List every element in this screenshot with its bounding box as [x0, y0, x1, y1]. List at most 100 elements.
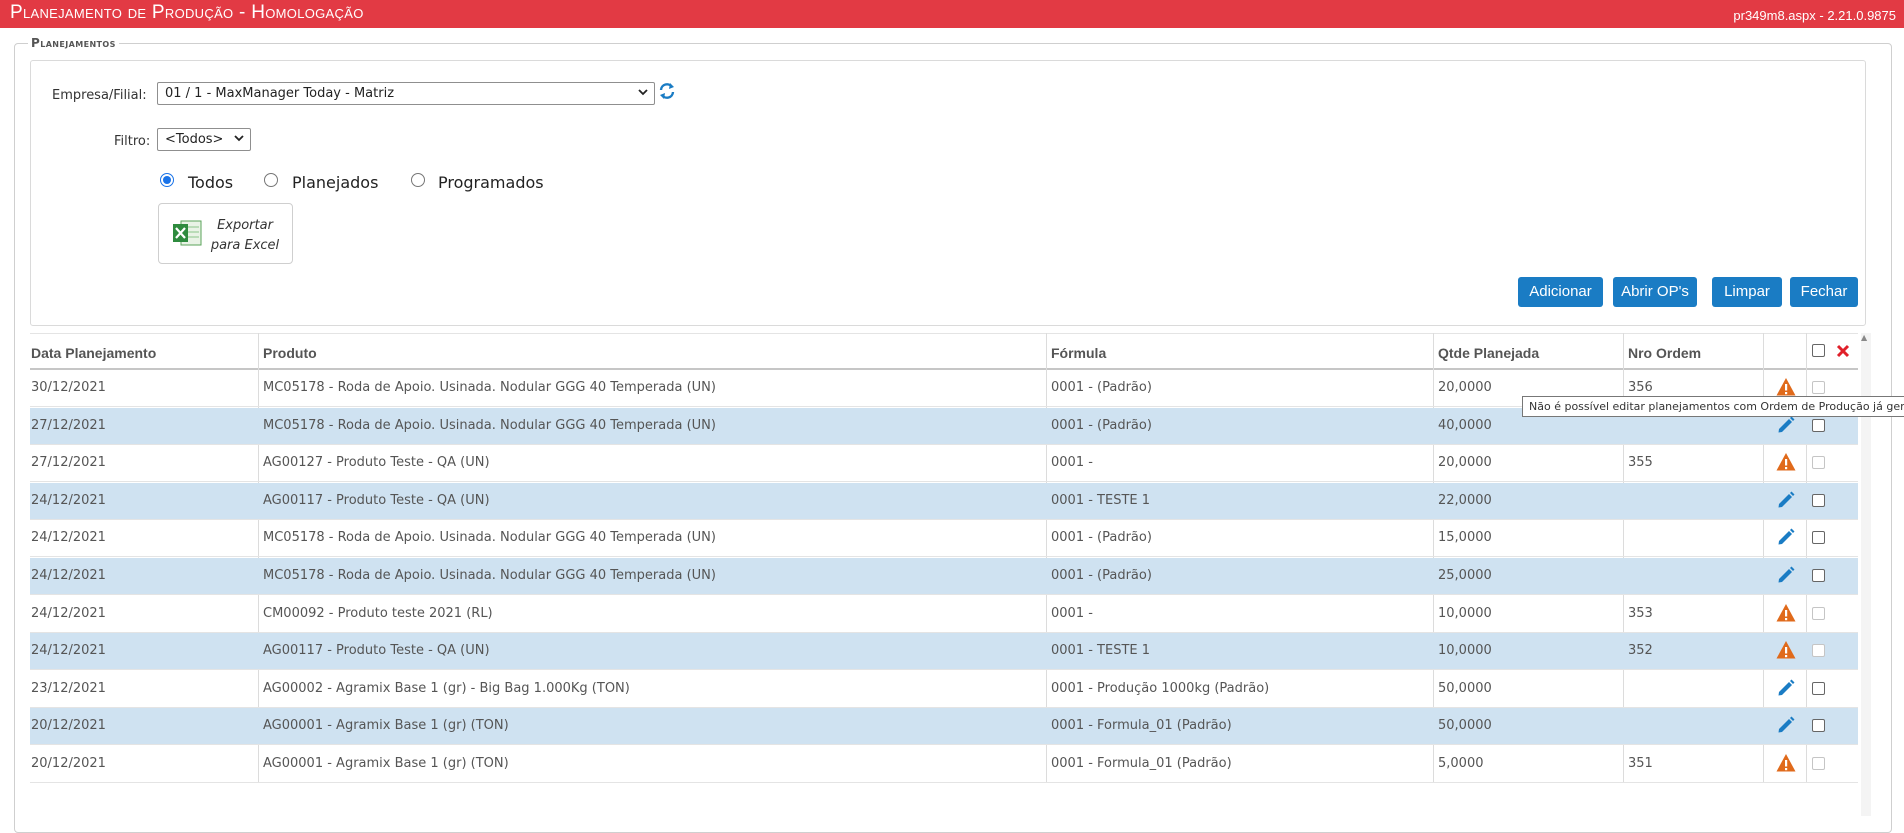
- cell-formula: 0001 - (Padrão): [1051, 380, 1152, 395]
- cell-formula: 0001 - Formula_01 (Padrão): [1051, 756, 1232, 771]
- radio-planejados[interactable]: [264, 173, 278, 187]
- table-row[interactable]: 27/12/2021 AG00127 - Produto Teste - QA (…: [30, 445, 1858, 483]
- edit-icon[interactable]: [1776, 527, 1796, 549]
- cell-data: 20/12/2021: [31, 718, 106, 734]
- cell-qtde: 40,0000: [1438, 417, 1492, 433]
- warning-icon[interactable]: [1776, 452, 1796, 474]
- col-header-formula[interactable]: Fórmula: [1051, 345, 1106, 361]
- cell-produto: AG00127 - Produto Teste - QA (UN): [263, 455, 490, 471]
- section-legend: Planejamentos: [28, 36, 119, 50]
- row-checkbox[interactable]: [1812, 719, 1825, 733]
- col-header-qtde[interactable]: Qtde Planejada: [1438, 345, 1539, 361]
- cell-qtde: 15,0000: [1438, 530, 1492, 546]
- row-checkbox[interactable]: [1812, 681, 1825, 695]
- export-excel-button[interactable]: Exportar para Excel: [158, 203, 293, 264]
- warning-icon[interactable]: [1776, 753, 1796, 775]
- table-row[interactable]: 24/12/2021 AG00117 - Produto Teste - QA (…: [30, 633, 1858, 671]
- limpar-button[interactable]: Limpar: [1712, 277, 1782, 307]
- radio-planejados-label: Planejados: [292, 173, 379, 192]
- empresa-select[interactable]: 01 / 1 - MaxManager Today - Matriz: [157, 82, 655, 105]
- cell-ordem: 355: [1628, 455, 1653, 471]
- cell-formula: 0001 - (Padrão): [1051, 530, 1152, 546]
- cell-data: 20/12/2021: [31, 756, 106, 771]
- warning-icon[interactable]: [1776, 640, 1796, 662]
- fechar-button[interactable]: Fechar: [1790, 277, 1858, 307]
- select-all-checkbox[interactable]: [1812, 344, 1825, 357]
- radio-todos[interactable]: [160, 173, 174, 187]
- col-header-ordem[interactable]: Nro Ordem: [1628, 345, 1701, 361]
- cell-produto: MC05178 - Roda de Apoio. Usinada. Nodula…: [263, 530, 716, 546]
- edit-icon[interactable]: [1776, 565, 1796, 587]
- table-row[interactable]: 24/12/2021 CM00092 - Produto teste 2021 (…: [30, 596, 1858, 633]
- cell-ordem: 353: [1628, 605, 1653, 621]
- cell-qtde: 22,0000: [1438, 492, 1492, 508]
- table-row[interactable]: 24/12/2021 MC05178 - Roda de Apoio. Usina…: [30, 520, 1858, 558]
- filtro-select-value: <Todos>: [165, 132, 224, 147]
- cell-data: 24/12/2021: [31, 605, 106, 621]
- cell-produto: MC05178 - Roda de Apoio. Usinada. Nodula…: [263, 380, 716, 395]
- row-checkbox[interactable]: [1812, 418, 1825, 432]
- row-checkbox[interactable]: [1812, 493, 1825, 507]
- cell-ordem: 351: [1628, 756, 1653, 771]
- row-checkbox[interactable]: [1812, 644, 1825, 658]
- empresa-select-value: 01 / 1 - MaxManager Today - Matriz: [165, 86, 395, 101]
- col-header-data[interactable]: Data Planejamento: [31, 345, 156, 361]
- cell-qtde: 10,0000: [1438, 643, 1492, 659]
- cell-qtde: 25,0000: [1438, 568, 1492, 583]
- edit-icon[interactable]: [1776, 715, 1796, 737]
- cell-formula: 0001 -: [1051, 605, 1093, 621]
- table-row[interactable]: 20/12/2021 AG00001 - Agramix Base 1 (gr) …: [30, 708, 1858, 746]
- cell-qtde: 50,0000: [1438, 718, 1492, 734]
- row-checkbox[interactable]: [1812, 757, 1825, 770]
- page-title: Planejamento de Produção - Homologação: [10, 2, 364, 23]
- radio-programados[interactable]: [411, 173, 425, 187]
- row-checkbox[interactable]: [1812, 531, 1825, 545]
- cell-produto: AG00117 - Produto Teste - QA (UN): [263, 643, 490, 659]
- radio-programados-label: Programados: [438, 173, 544, 192]
- scroll-up-icon[interactable]: ▲: [1861, 333, 1867, 342]
- cell-formula: 0001 - Formula_01 (Padrão): [1051, 718, 1232, 734]
- cell-produto: MC05178 - Roda de Apoio. Usinada. Nodula…: [263, 417, 716, 433]
- cell-produto: AG00001 - Agramix Base 1 (gr) (TON): [263, 756, 509, 771]
- cell-produto: AG00002 - Agramix Base 1 (gr) - Big Bag …: [263, 680, 630, 696]
- table-row[interactable]: 23/12/2021 AG00002 - Agramix Base 1 (gr) …: [30, 671, 1858, 708]
- filtro-label: Filtro:: [114, 134, 151, 149]
- table-row[interactable]: 24/12/2021 AG00117 - Produto Teste - QA (…: [30, 482, 1858, 520]
- abrir-ops-button[interactable]: Abrir OP's: [1613, 277, 1697, 307]
- adicionar-button[interactable]: Adicionar: [1518, 277, 1603, 307]
- col-header-produto[interactable]: Produto: [263, 345, 317, 361]
- edit-icon[interactable]: [1776, 415, 1796, 437]
- filtro-select[interactable]: <Todos>: [157, 128, 251, 151]
- cell-ordem: 356: [1628, 380, 1653, 395]
- cell-data: 24/12/2021: [31, 568, 106, 583]
- row-checkbox[interactable]: [1812, 456, 1825, 470]
- cell-produto: AG00001 - Agramix Base 1 (gr) (TON): [263, 718, 509, 734]
- cell-ordem: 352: [1628, 643, 1653, 659]
- chevron-down-icon: [233, 131, 245, 148]
- cell-formula: 0001 -: [1051, 455, 1093, 471]
- cell-data: 24/12/2021: [31, 492, 106, 508]
- cell-data: 27/12/2021: [31, 417, 106, 433]
- empresa-label: Empresa/Filial:: [52, 88, 147, 103]
- cell-data: 30/12/2021: [31, 380, 106, 395]
- table-row[interactable]: 20/12/2021 AG00001 - Agramix Base 1 (gr) …: [30, 746, 1858, 783]
- warning-icon[interactable]: [1776, 603, 1796, 625]
- row-checkbox[interactable]: [1812, 569, 1825, 582]
- table-row[interactable]: 24/12/2021 MC05178 - Roda de Apoio. Usina…: [30, 558, 1858, 595]
- delete-icon[interactable]: [1835, 343, 1851, 363]
- cell-produto: AG00117 - Produto Teste - QA (UN): [263, 492, 490, 508]
- refresh-icon[interactable]: [657, 80, 677, 102]
- edit-icon[interactable]: [1776, 678, 1796, 700]
- edit-icon[interactable]: [1776, 490, 1796, 512]
- cell-formula: 0001 - TESTE 1: [1051, 492, 1151, 508]
- tooltip: Não é possível editar planejamentos com …: [1522, 396, 1904, 417]
- cell-qtde: 5,0000: [1438, 756, 1484, 771]
- row-checkbox[interactable]: [1812, 381, 1825, 394]
- row-checkbox[interactable]: [1812, 606, 1825, 620]
- title-bar: Planejamento de Produção - Homologação p…: [0, 0, 1904, 28]
- version-label: pr349m8.aspx - 2.21.0.9875: [1733, 8, 1896, 23]
- cell-data: 24/12/2021: [31, 643, 106, 659]
- excel-icon: [171, 217, 203, 249]
- radio-todos-label: Todos: [188, 173, 234, 192]
- export-label-line1: Exportar: [217, 218, 273, 233]
